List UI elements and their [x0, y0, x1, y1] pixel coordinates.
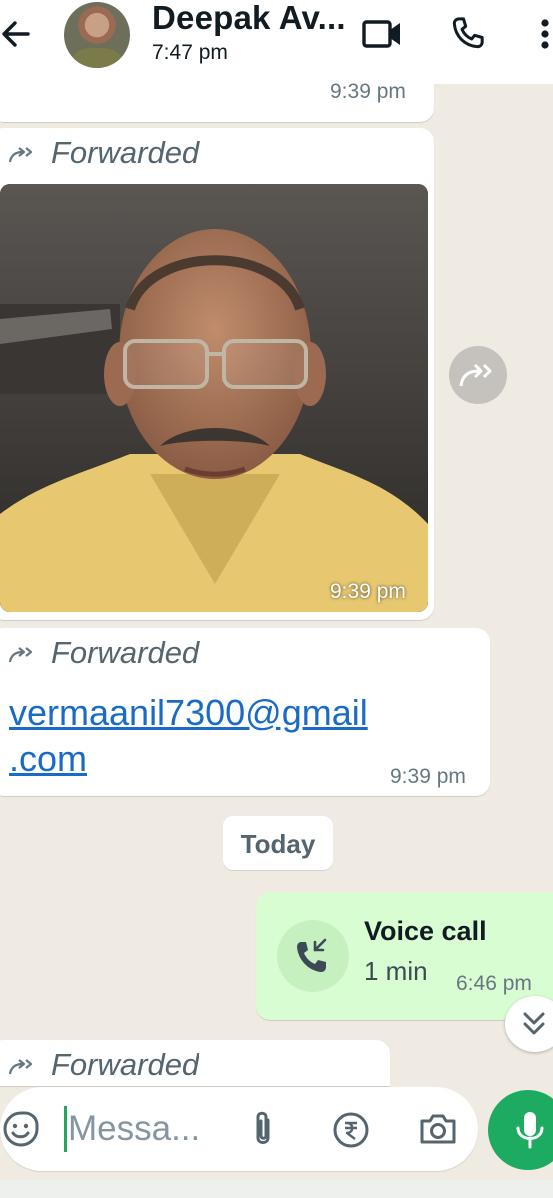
- avatar[interactable]: [64, 2, 130, 68]
- message-time: 9:39 pm: [390, 765, 466, 788]
- forward-icon: [7, 644, 37, 666]
- chevron-double-down-icon: [523, 1012, 545, 1035]
- email-link-line2[interactable]: .com: [9, 736, 368, 782]
- mic-button[interactable]: [488, 1090, 553, 1170]
- call-title: Voice call: [364, 916, 487, 946]
- share-button[interactable]: [449, 346, 507, 404]
- message-time: 9:39 pm: [330, 80, 406, 103]
- forwarded-label: Forwarded: [51, 635, 200, 670]
- system-navigation-bar: [0, 1180, 553, 1198]
- message-input[interactable]: [68, 1102, 218, 1156]
- camera-icon[interactable]: [418, 1110, 458, 1148]
- call-incoming-icon: [297, 938, 327, 972]
- attach-icon[interactable]: [248, 1108, 278, 1150]
- rupee-icon[interactable]: [332, 1111, 370, 1149]
- more-vertical-icon[interactable]: [534, 12, 553, 56]
- forward-icon: [7, 144, 37, 166]
- call-duration: 1 min: [364, 956, 428, 986]
- email-link-line1[interactable]: vermaanil7300@gmail: [9, 690, 368, 736]
- date-separator: Today: [223, 816, 333, 870]
- call-icon-circle: [277, 920, 349, 992]
- last-seen: 7:47 pm: [152, 41, 228, 64]
- scroll-down-button[interactable]: [505, 996, 553, 1052]
- emoji-icon[interactable]: [2, 1110, 40, 1148]
- message-time: 6:46 pm: [456, 972, 532, 995]
- mic-icon: [516, 1112, 544, 1149]
- forwarded-label: Forwarded: [51, 1047, 200, 1080]
- contact-name[interactable]: Deepak Av...: [152, 0, 346, 37]
- photo-time: 9:39 pm: [330, 580, 406, 603]
- text-cursor: [64, 1106, 67, 1152]
- video-call-icon[interactable]: [360, 14, 404, 54]
- phone-icon[interactable]: [448, 13, 488, 53]
- email-link[interactable]: vermaanil7300@gmail .com: [9, 690, 368, 782]
- back-arrow-icon[interactable]: [0, 14, 34, 54]
- share-icon: [459, 363, 492, 387]
- photo-image[interactable]: [0, 184, 428, 612]
- forward-icon: [7, 1056, 37, 1078]
- date-label: Today: [240, 829, 316, 859]
- forwarded-label: Forwarded: [51, 135, 200, 170]
